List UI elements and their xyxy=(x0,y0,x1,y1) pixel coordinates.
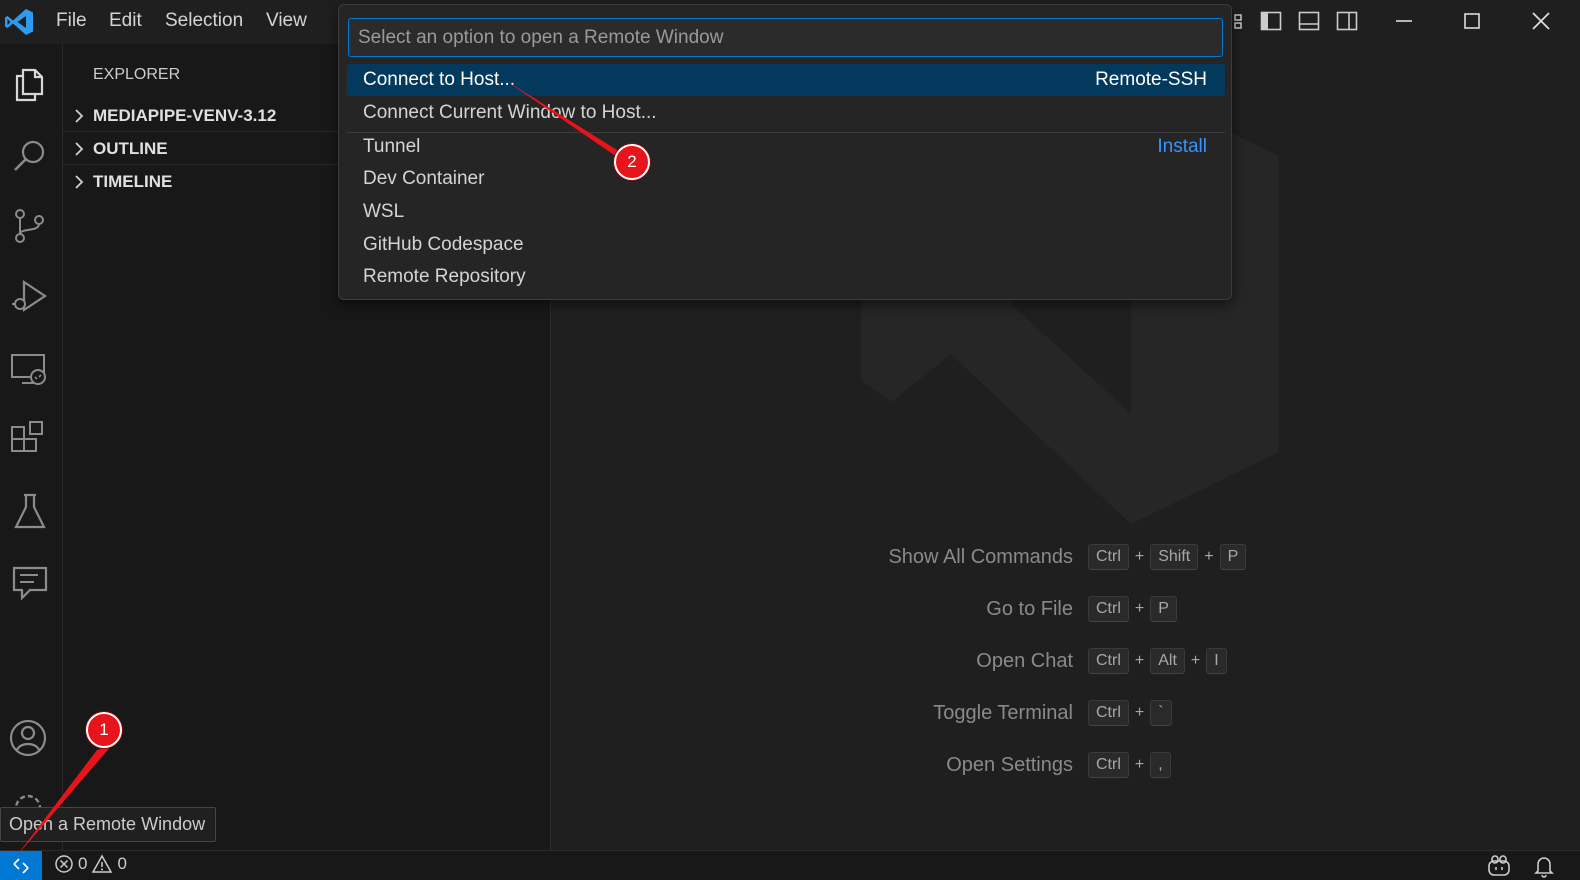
annotation-badge-2: 2 xyxy=(614,144,650,180)
arrow-to-remote-button xyxy=(15,745,112,858)
annotation-arrows xyxy=(15,80,633,858)
arrow-to-connect-to-host xyxy=(505,80,633,168)
annotation-badge-1: 1 xyxy=(86,712,122,748)
